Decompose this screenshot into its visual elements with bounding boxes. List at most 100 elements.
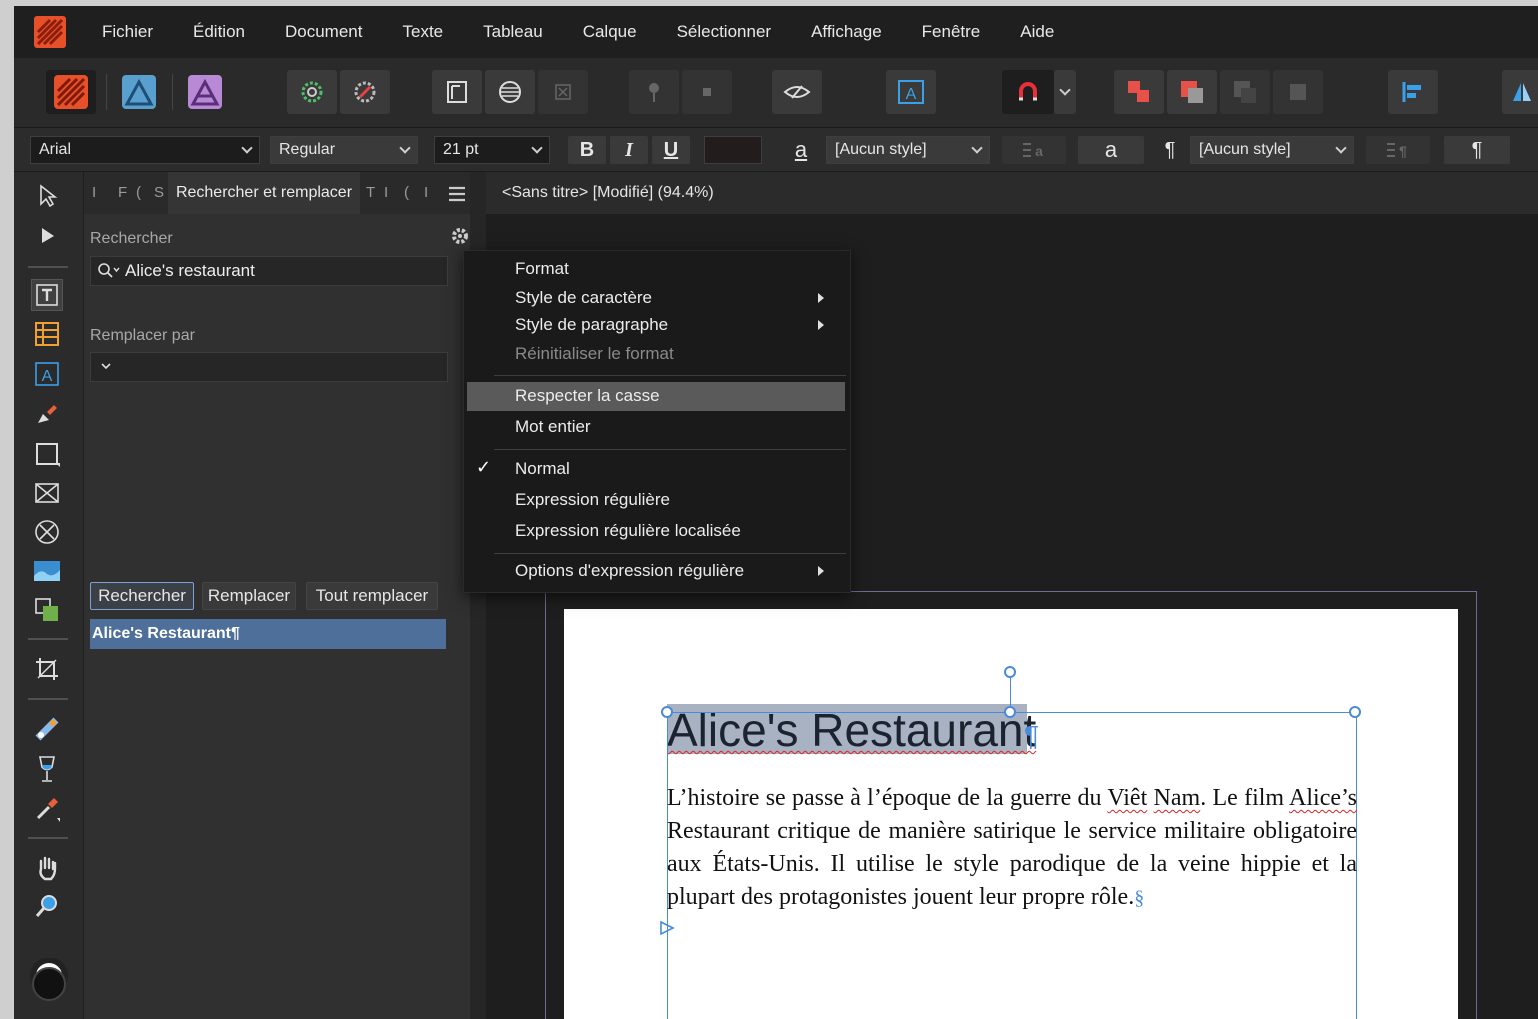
italic-button[interactable]: I <box>610 136 648 164</box>
search-options-gear-icon[interactable] <box>450 226 470 251</box>
view-mode-bleed-button[interactable] <box>485 70 535 114</box>
frame-text-tool[interactable]: A <box>31 358 63 390</box>
menu-item-normal[interactable]: Normal <box>515 459 570 479</box>
menu-item-match-case[interactable]: Respecter la casse <box>515 386 660 406</box>
search-result-row[interactable]: Alice's Restaurant¶ <box>90 619 446 649</box>
color-wells[interactable] <box>29 958 69 1002</box>
search-input[interactable]: Alice's restaurant <box>90 256 448 286</box>
preview-button[interactable] <box>772 70 822 114</box>
menu-aide[interactable]: Aide <box>1020 22 1054 42</box>
body-paragraph[interactable]: L’histoire se passe à l’époque de la gue… <box>667 782 1357 915</box>
transform-button[interactable] <box>1502 70 1538 114</box>
pen-tool[interactable] <box>31 398 63 430</box>
menu-item-regex-options[interactable]: Options d'expression régulière <box>515 561 744 581</box>
text-color-swatch[interactable] <box>704 136 762 164</box>
transparency-tool[interactable] <box>31 753 63 785</box>
panel-tab-stub[interactable]: I <box>424 184 428 201</box>
designer-persona-button[interactable] <box>114 70 164 114</box>
rectangle-tool[interactable] <box>31 438 63 470</box>
font-style-select[interactable]: Regular <box>270 136 418 164</box>
tab-find-replace[interactable]: Rechercher et remplacer <box>168 172 360 214</box>
vector-crop-tool[interactable] <box>31 594 63 626</box>
app-window: Fichier Édition Document Texte Tableau C… <box>14 6 1538 1019</box>
resize-handle-top-left[interactable] <box>661 706 673 718</box>
font-size-select[interactable]: 21 pt <box>434 136 550 164</box>
panel-tab-stub[interactable]: ( <box>404 184 409 201</box>
panel-tab-stub[interactable]: S <box>154 184 164 201</box>
panel-tab-stub[interactable]: I <box>92 184 96 201</box>
menu-item-regex[interactable]: Expression régulière <box>515 490 670 510</box>
panel-tab-stub[interactable]: F <box>118 184 127 201</box>
bold-label: B <box>579 138 595 161</box>
rotation-handle[interactable] <box>1004 666 1016 678</box>
menu-fenetre[interactable]: Fenêtre <box>922 22 981 42</box>
snapping-options-button[interactable] <box>1054 70 1076 114</box>
panel-tab-stub[interactable]: ( <box>136 184 141 201</box>
menu-item-character-style[interactable]: Style de caractère <box>515 288 652 308</box>
preferences-button[interactable] <box>287 70 337 114</box>
photo-persona-button[interactable] <box>180 70 230 114</box>
panel-menu-icon[interactable] <box>448 186 466 207</box>
menu-tableau[interactable]: Tableau <box>483 22 543 42</box>
resize-handle-top-middle[interactable] <box>1004 706 1016 718</box>
place-image-tool[interactable] <box>31 555 63 587</box>
menu-item-regex-localized[interactable]: Expression régulière localisée <box>515 521 741 541</box>
menu-texte[interactable]: Texte <box>402 22 443 42</box>
text-frame-button[interactable]: A <box>886 70 936 114</box>
crop-tool[interactable] <box>31 653 63 685</box>
pin-button[interactable] <box>629 70 679 114</box>
document-tab[interactable]: <Sans titre> [Modifié] (94.4%) <box>486 172 1538 214</box>
para-style-apply-button[interactable]: ¶ <box>1444 136 1510 164</box>
snapping-button[interactable] <box>1002 70 1054 114</box>
menu-item-format[interactable]: Format <box>515 259 569 279</box>
view-mode-disabled-button[interactable] <box>538 70 588 114</box>
panel-tab-stub[interactable]: T <box>366 184 375 201</box>
settings-no-button[interactable] <box>340 70 390 114</box>
arrange-backward-button[interactable] <box>1220 70 1270 114</box>
paragraph-style-icon[interactable]: ¶ <box>1154 136 1186 164</box>
hand-tool[interactable] <box>31 852 63 884</box>
underline-button[interactable]: U <box>652 136 690 164</box>
bold-button[interactable]: B <box>568 136 606 164</box>
character-style-icon[interactable]: a <box>784 136 818 164</box>
publisher-persona-button[interactable] <box>46 70 96 114</box>
artistic-text-tool[interactable] <box>31 279 63 311</box>
ellipse-frame-tool[interactable] <box>31 516 63 548</box>
character-style-select[interactable]: [Aucun style] <box>826 136 990 164</box>
menu-calque[interactable]: Calque <box>583 22 637 42</box>
replace-all-button[interactable]: Tout remplacer <box>306 582 438 610</box>
arrange-forward-button[interactable] <box>1167 70 1217 114</box>
gradient-tool[interactable] <box>31 713 63 745</box>
find-button[interactable]: Rechercher <box>90 582 194 610</box>
char-style-apply-button[interactable]: a <box>1078 136 1144 164</box>
unpin-button[interactable] <box>682 70 732 114</box>
arrow-pointer-icon <box>40 184 58 208</box>
node-tool[interactable] <box>31 220 63 252</box>
search-options-menu: Format Style de caractère Style de parag… <box>463 250 851 593</box>
char-style-update-button[interactable]: a <box>1002 136 1066 164</box>
arrange-back-button[interactable] <box>1273 70 1323 114</box>
resize-handle-top-right[interactable] <box>1349 706 1361 718</box>
align-button[interactable] <box>1388 70 1438 114</box>
menu-edition[interactable]: Édition <box>193 22 245 42</box>
menu-fichier[interactable]: Fichier <box>102 22 153 42</box>
menu-item-paragraph-style[interactable]: Style de paragraphe <box>515 315 668 335</box>
zoom-tool[interactable] <box>31 890 63 922</box>
para-style-update-button[interactable]: ¶ <box>1366 136 1430 164</box>
text-flow-in-icon[interactable] <box>659 920 675 941</box>
picture-frame-tool[interactable] <box>31 477 63 509</box>
menu-selectionner[interactable]: Sélectionner <box>677 22 772 42</box>
menu-affichage[interactable]: Affichage <box>811 22 882 42</box>
color-picker-tool[interactable] <box>31 793 63 825</box>
menu-item-whole-word[interactable]: Mot entier <box>515 417 591 437</box>
table-tool[interactable] <box>31 318 63 350</box>
view-mode-normal-button[interactable] <box>432 70 482 114</box>
replace-button[interactable]: Remplacer <box>202 582 296 610</box>
move-tool[interactable] <box>31 180 63 212</box>
font-family-select[interactable]: Arial <box>30 136 260 164</box>
paragraph-style-select[interactable]: [Aucun style] <box>1190 136 1354 164</box>
panel-tab-stub[interactable]: I <box>384 184 388 201</box>
replace-input[interactable] <box>90 352 448 382</box>
arrange-front-button[interactable] <box>1114 70 1164 114</box>
menu-document[interactable]: Document <box>285 22 362 42</box>
